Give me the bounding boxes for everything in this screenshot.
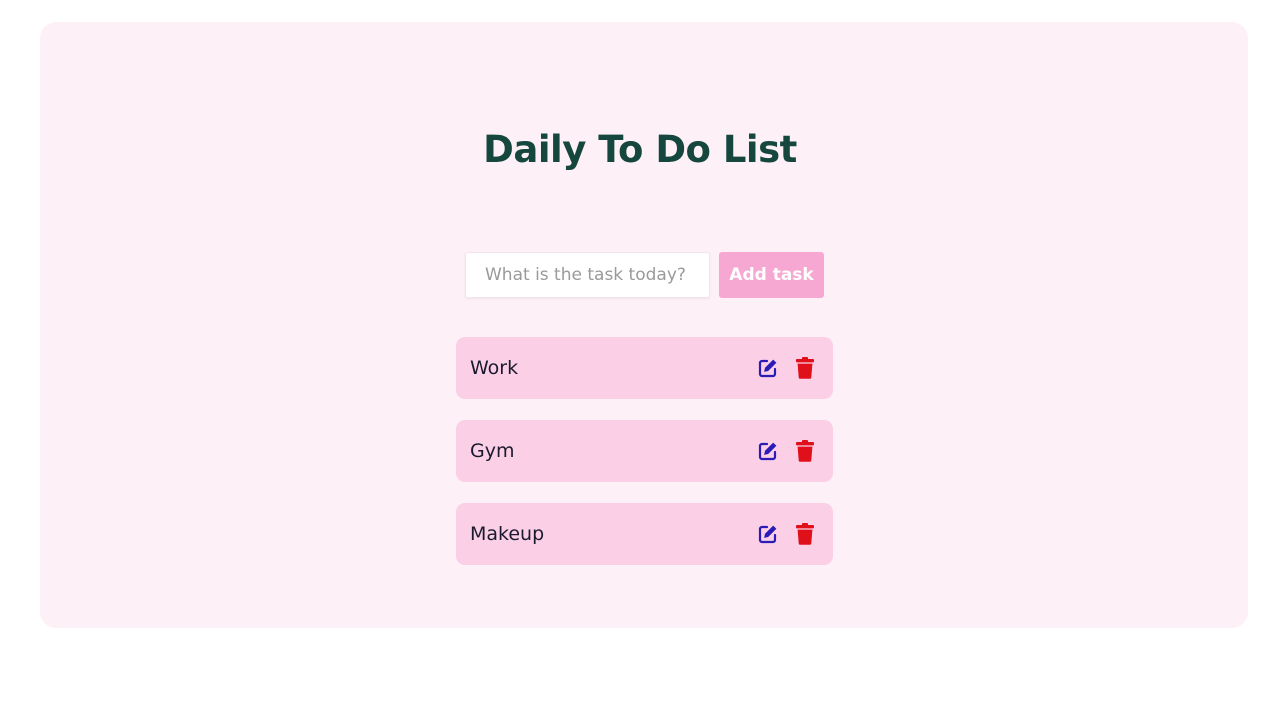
task-item: Gym [456,420,833,482]
task-actions [758,357,819,379]
edit-icon[interactable] [758,357,778,379]
edit-icon[interactable] [758,440,778,462]
trash-icon[interactable] [795,440,815,462]
add-task-form: Add task [465,252,824,298]
trash-icon[interactable] [795,357,815,379]
task-list: Work Gym Makeup [456,337,833,586]
add-task-button[interactable]: Add task [719,252,824,298]
trash-icon[interactable] [795,523,815,545]
task-label: Makeup [470,523,545,545]
edit-icon[interactable] [758,523,778,545]
task-label: Gym [470,440,515,462]
task-label: Work [470,357,519,379]
task-input[interactable] [465,252,710,298]
task-item: Makeup [456,503,833,565]
task-item: Work [456,337,833,399]
page-title: Daily To Do List [483,128,797,171]
task-actions [758,523,819,545]
task-actions [758,440,819,462]
